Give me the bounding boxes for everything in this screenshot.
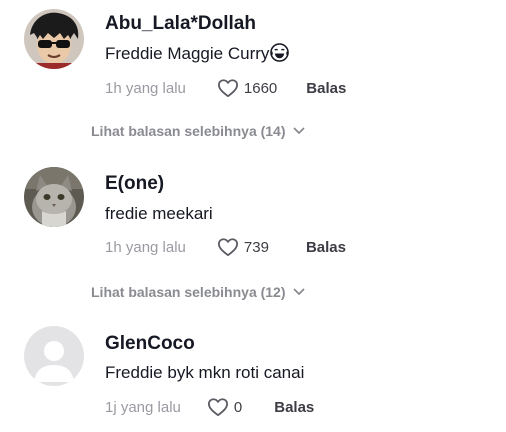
view-more-replies-button[interactable]: Lihat balasan selebihnya (14) [91,123,305,139]
heart-outline-icon [217,79,238,98]
view-more-replies-button[interactable]: Lihat balasan selebihnya (12) [91,284,305,300]
comment-text: Freddie byk mkn roti canai [105,363,305,382]
comment-time: 1h yang lalu [105,79,186,97]
comment-time: 1j yang lalu [105,398,181,416]
default-user-avatar-icon [24,326,84,386]
comment-text-content: Freddie Maggie Curry [105,44,270,63]
comment-time: 1h yang lalu [105,238,186,256]
like-button[interactable]: 0 [207,397,242,417]
comment-username[interactable]: E(one) [105,173,164,195]
like-count: 1660 [243,79,278,97]
view-more-replies-label: Lihat balasan selebihnya (14) [91,123,286,139]
like-count: 0 [233,398,243,416]
like-count: 739 [243,238,269,256]
comment-text: Freddie Maggie Curry [105,43,290,64]
heart-outline-icon [217,238,238,257]
comment-item: Abu_Lala*Dollah Freddie Maggie Curry 1h … [0,0,506,110]
reply-button[interactable]: Balas [306,239,346,256]
comment-item: E(one) fredie meekari 1h yang lalu 739 B… [0,160,506,275]
like-button[interactable]: 1660 [217,78,277,98]
comment-meta: 1h yang lalu 1660 Balas [105,76,346,100]
like-button[interactable]: 739 [217,237,269,257]
comment-item: GlenCoco Freddie byk mkn roti canai 1j y… [0,320,506,432]
comment-meta: 1j yang lalu 0 Balas [105,395,314,419]
comment-username[interactable]: GlenCoco [105,333,195,355]
comment-text: fredie meekari [105,204,213,223]
tears-of-joy-emoji-icon [270,43,290,62]
comment-username[interactable]: Abu_Lala*Dollah [105,13,256,35]
view-more-replies-label: Lihat balasan selebihnya (12) [91,284,286,300]
user-avatar[interactable] [24,9,84,69]
user-avatar[interactable] [24,167,84,227]
heart-outline-icon [207,398,228,417]
cartoon-sunglasses-avatar-icon [24,9,84,69]
comment-meta: 1h yang lalu 739 Balas [105,235,346,259]
reply-button[interactable]: Balas [306,80,346,97]
cat-photo-avatar-icon [24,167,84,227]
chevron-down-icon [293,127,304,134]
chevron-down-icon [293,288,304,295]
reply-button[interactable]: Balas [274,399,314,416]
user-avatar[interactable] [24,326,84,386]
